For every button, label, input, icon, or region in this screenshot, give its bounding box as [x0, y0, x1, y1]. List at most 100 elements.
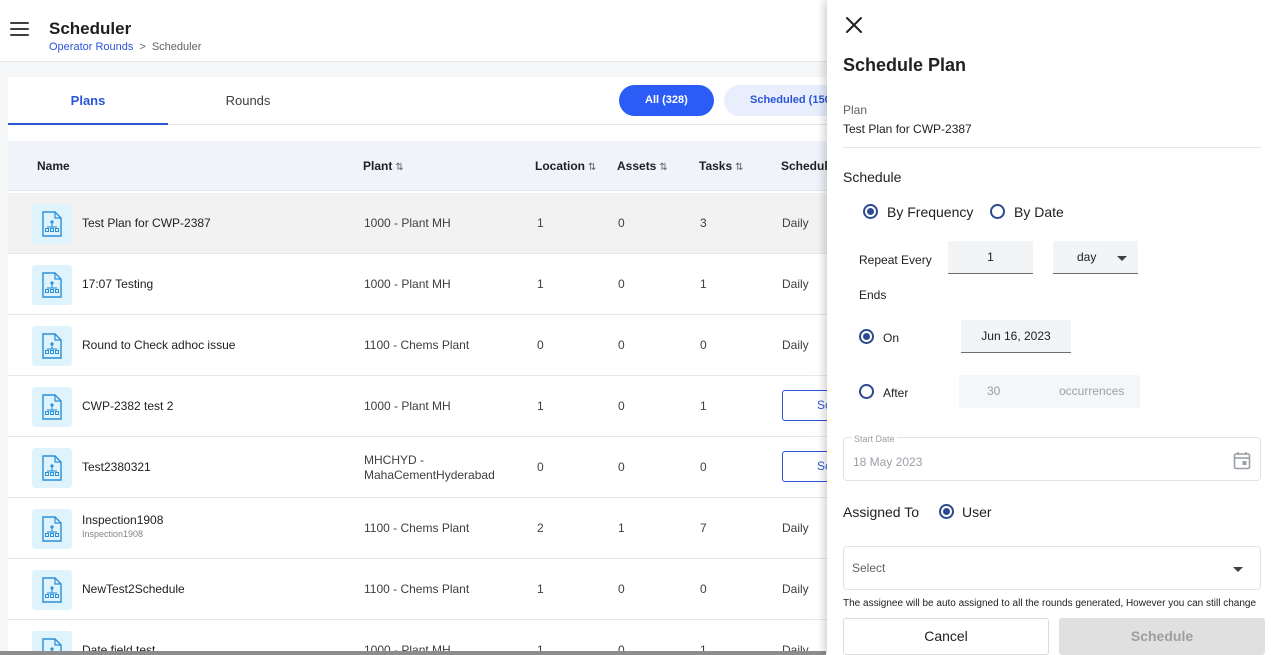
chevron-down-icon: [1117, 256, 1127, 261]
plan-name: NewTest2Schedule: [82, 582, 185, 596]
tab-rounds[interactable]: Rounds: [168, 77, 328, 125]
location-count: 1: [537, 582, 544, 596]
column-location-label: Location: [535, 159, 585, 173]
ends-after-radio[interactable]: [859, 384, 874, 399]
plan-name-label: Round to Check adhoc issue: [82, 338, 236, 352]
assets-count: 0: [618, 399, 625, 413]
ends-on-radio[interactable]: [859, 329, 874, 344]
plan-name: CWP-2382 test 2: [82, 399, 173, 413]
plan-label: Plan: [843, 103, 868, 117]
repeat-every-label: Repeat Every: [859, 253, 932, 267]
location-count: 0: [537, 460, 544, 474]
plant-value: 1100 - Chems Plant: [364, 521, 470, 535]
tasks-count: 0: [700, 582, 707, 596]
cancel-button[interactable]: Cancel: [843, 618, 1049, 655]
schedule-frequency: Daily: [782, 521, 809, 535]
tab-plans[interactable]: Plans: [8, 77, 168, 125]
assignee-select[interactable]: Select: [843, 546, 1261, 590]
by-frequency-label[interactable]: By Frequency: [887, 204, 973, 220]
sort-icon[interactable]: ⇅: [735, 162, 743, 173]
occurrences-value: 30: [987, 384, 1001, 398]
sort-icon[interactable]: ⇅: [395, 162, 403, 173]
start-date-value: 18 May 2023: [853, 455, 923, 469]
plan-document-icon: [32, 265, 72, 305]
assets-count: 0: [618, 277, 625, 291]
filter-all-pill[interactable]: All (328): [619, 85, 714, 116]
plan-name-label: 17:07 Testing: [82, 277, 154, 291]
column-plant[interactable]: Plant ⇅: [363, 141, 404, 193]
schedule-frequency: Daily: [782, 216, 809, 230]
tasks-count: 1: [700, 399, 707, 413]
column-name[interactable]: Name: [37, 141, 70, 191]
schedule-frequency: Daily: [782, 338, 809, 352]
plan-description: Inspection1908: [82, 529, 144, 539]
by-frequency-radio[interactable]: [863, 204, 878, 219]
schedule-frequency: Daily: [782, 582, 809, 596]
repeat-interval-input[interactable]: 1: [948, 241, 1033, 274]
assignee-helper-text: The assignee will be auto assigned to al…: [843, 598, 1257, 609]
plan-name-label: NewTest2Schedule: [82, 582, 185, 596]
plan-name: Test2380321: [82, 460, 151, 474]
plan-document-icon: [32, 570, 72, 610]
plan-document-icon: [32, 387, 72, 427]
plan-name: Round to Check adhoc issue: [82, 338, 235, 352]
assign-user-radio[interactable]: [939, 504, 954, 519]
horizontal-scrollbar[interactable]: [0, 651, 826, 655]
repeat-unit-value: day: [1077, 250, 1097, 264]
plant-value-line2: MahaCementHyderabad: [364, 468, 495, 482]
schedule-button[interactable]: Schedule: [1059, 618, 1265, 655]
plan-name-label: Inspection1908: [82, 513, 164, 527]
ends-after-label[interactable]: After: [883, 386, 908, 400]
column-tasks[interactable]: Tasks ⇅: [699, 141, 744, 193]
start-date-label: Start Date: [852, 434, 897, 444]
assets-count: 0: [618, 582, 625, 596]
assign-user-label[interactable]: User: [962, 504, 992, 520]
close-icon[interactable]: [843, 14, 865, 36]
calendar-icon[interactable]: [1233, 451, 1251, 470]
panel-title: Schedule Plan: [843, 55, 967, 75]
plan-name-label: Test Plan for CWP-2387: [82, 216, 211, 230]
assignee-select-placeholder: Select: [852, 561, 886, 575]
tasks-count: 0: [700, 338, 707, 352]
sort-icon[interactable]: ⇅: [659, 162, 667, 173]
assigned-to-label: Assigned To: [843, 504, 920, 520]
assets-count: 0: [618, 460, 625, 474]
tasks-count: 1: [700, 277, 707, 291]
tasks-count: 7: [700, 521, 707, 535]
menu-icon[interactable]: [10, 22, 29, 36]
column-tasks-label: Tasks: [699, 159, 733, 173]
schedule-frequency: Daily: [782, 277, 809, 291]
breadcrumb-scheduler: Scheduler: [151, 41, 202, 53]
repeat-unit-select[interactable]: day: [1053, 241, 1138, 274]
column-location[interactable]: Location ⇅: [535, 141, 596, 193]
schedule-plan-panel: Schedule Plan Plan Test Plan for CWP-238…: [827, 0, 1272, 655]
breadcrumb-separator: >: [139, 41, 146, 53]
chevron-down-icon: [1233, 567, 1243, 572]
plan-document-icon: [32, 509, 72, 549]
breadcrumb-operator-rounds[interactable]: Operator Rounds: [49, 41, 133, 53]
plant-value: 1000 - Plant MH: [364, 216, 451, 230]
breadcrumb: Operator Rounds > Scheduler: [49, 41, 201, 53]
plan-value: Test Plan for CWP-2387: [843, 122, 972, 136]
plan-name-label: CWP-2382 test 2: [82, 399, 174, 413]
sort-icon[interactable]: ⇅: [588, 162, 596, 173]
by-date-radio[interactable]: [990, 204, 1005, 219]
tasks-count: 0: [700, 460, 707, 474]
plan-name-label: Test2380321: [82, 460, 151, 474]
tasks-count: 3: [700, 216, 707, 230]
start-date-field[interactable]: Start Date 18 May 2023: [843, 434, 1261, 481]
location-count: 1: [537, 277, 544, 291]
by-date-label[interactable]: By Date: [1014, 204, 1064, 220]
plant-value: 1100 - Chems Plant: [364, 582, 470, 596]
location-count: 1: [537, 399, 544, 413]
assets-count: 1: [618, 521, 625, 535]
column-assets-label: Assets: [617, 159, 657, 173]
ends-on-label[interactable]: On: [883, 331, 899, 345]
ends-on-date-input[interactable]: Jun 16, 2023: [961, 320, 1071, 353]
ends-label: Ends: [859, 288, 887, 302]
divider: [843, 147, 1261, 148]
column-assets[interactable]: Assets ⇅: [617, 141, 668, 193]
occurrences-input[interactable]: 30 occurrences: [959, 375, 1140, 408]
assets-count: 0: [618, 338, 625, 352]
location-count: 2: [537, 521, 544, 535]
